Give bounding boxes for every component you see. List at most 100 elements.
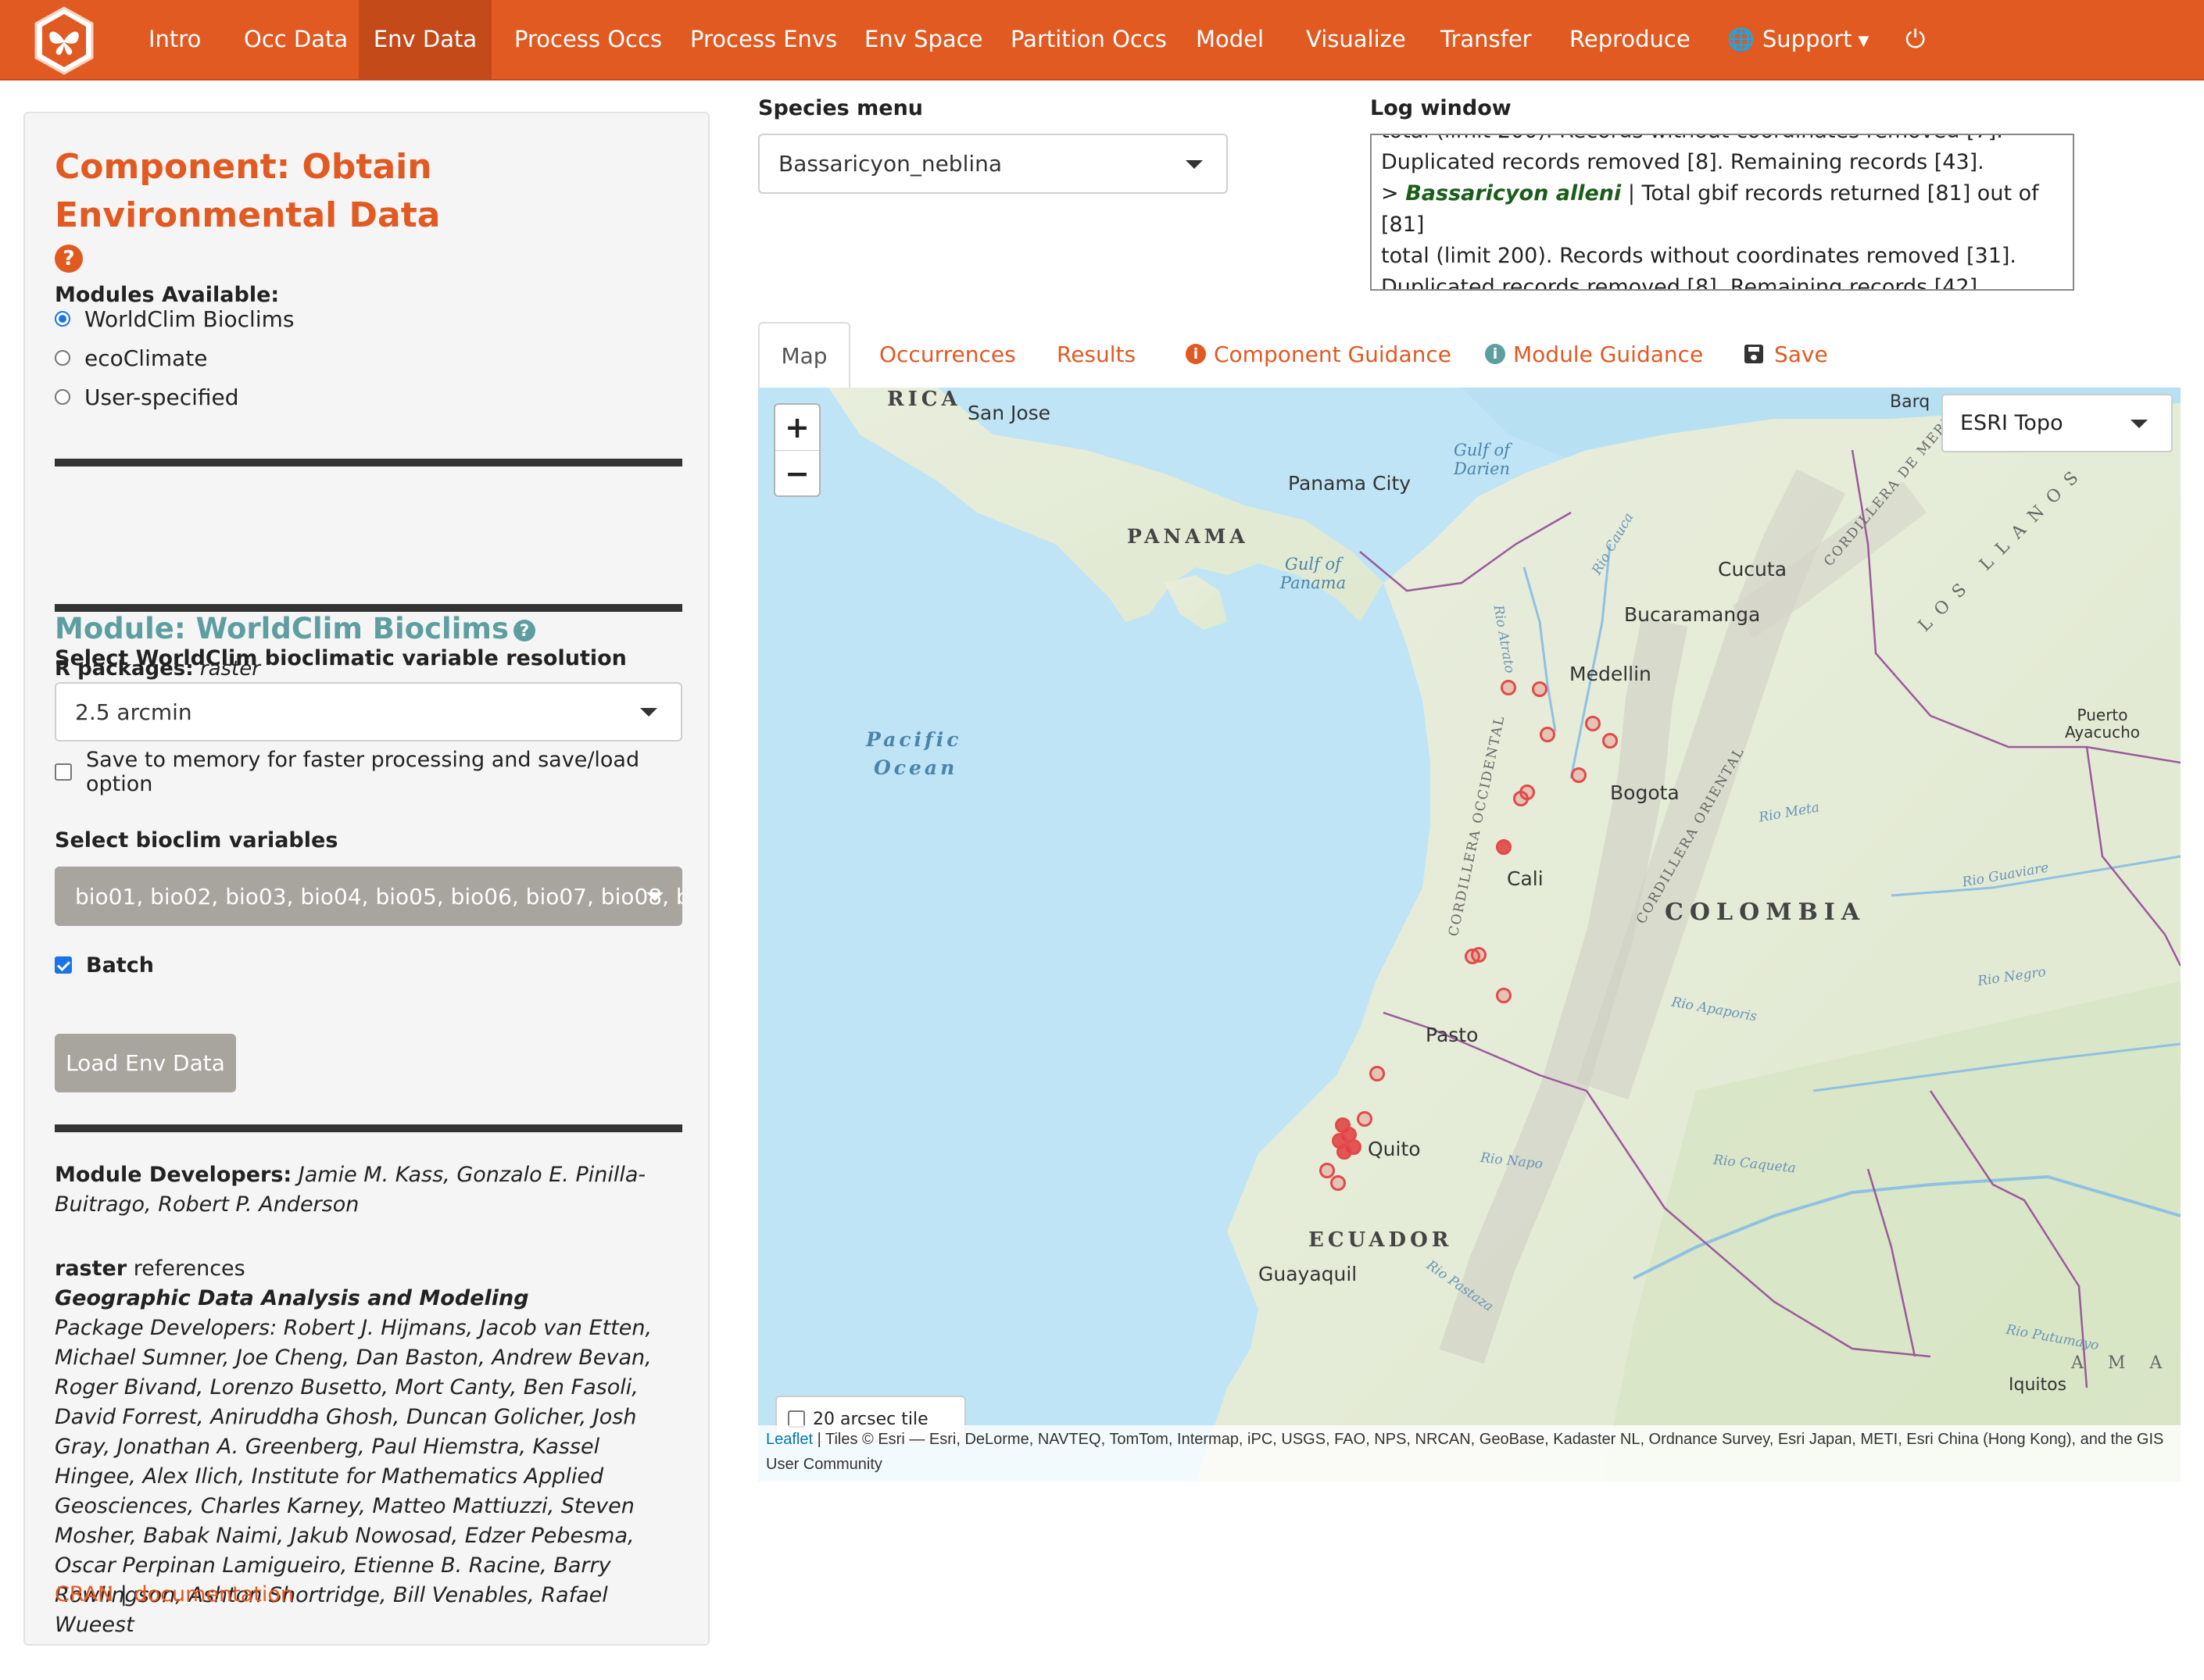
radio-ecoclimate[interactable]: ecoClimate [55, 342, 208, 374]
batch-checkbox[interactable]: Batch [55, 949, 154, 981]
map-attribution: Leaflet | Tiles © Esri — Esri, DeLorme, … [758, 1425, 2181, 1482]
occurrence-point[interactable] [1513, 791, 1529, 806]
map-label-medellin: Medellin [1569, 663, 1651, 685]
basemap-select[interactable]: ESRI Topo [1941, 394, 2173, 452]
nav-process-envs[interactable]: Process Envs [690, 0, 837, 79]
checkbox-checked[interactable] [55, 956, 72, 974]
log-line: total (limit 200). Records without coord… [1381, 244, 2016, 268]
zoom-control: + − [774, 403, 821, 497]
documentation-link[interactable]: documentation [134, 1582, 294, 1607]
bioclim-select-value: bio01, bio02, bio03, bio04, bio05, bio06… [75, 883, 682, 910]
info-icon: i [1485, 344, 1505, 364]
power-icon[interactable]: ⏻ [1905, 0, 1925, 79]
occurrence-point[interactable] [1496, 839, 1512, 855]
occurrence-point[interactable] [1540, 727, 1555, 742]
zoom-in-button[interactable]: + [775, 405, 819, 451]
load-env-data-button[interactable]: Load Env Data [55, 1034, 236, 1092]
wallace-logo[interactable] [33, 6, 95, 75]
log-window[interactable]: total (limit 200). Records without coord… [1370, 134, 2074, 291]
species-menu-label: Species menu [758, 96, 924, 120]
tab-results[interactable]: Results [1057, 322, 1136, 388]
divider [55, 604, 682, 612]
globe-icon: 🌐 [1727, 27, 1755, 52]
radio-button-selected[interactable] [55, 311, 70, 327]
occurrence-point[interactable] [1501, 680, 1516, 695]
component-title: Component: Obtain Environmental Data [55, 147, 441, 235]
module-title: Module: WorldClim Bioclims? [55, 612, 535, 645]
module-title-text: Module: WorldClim Bioclims [55, 612, 509, 645]
nav-intro[interactable]: Intro [148, 0, 201, 79]
map-label-pacific: Pacific [866, 728, 962, 751]
nav-transfer[interactable]: Transfer [1440, 0, 1532, 79]
occurrence-point[interactable] [1357, 1111, 1372, 1127]
map-label-gulf-panama: Gulf of Panama [1279, 555, 1347, 592]
occurrence-point[interactable] [1471, 947, 1487, 963]
map[interactable]: RICA San Jose Panama City PANAMA Gulf of… [758, 388, 2181, 1482]
map-label-colombia: COLOMBIA [1665, 899, 1866, 926]
info-icon: i [1186, 344, 1206, 364]
help-icon[interactable]: ? [513, 619, 535, 642]
radio-label-user-specified: User-specified [84, 384, 239, 410]
species-select-value: Bassaricyon_neblina [778, 151, 1003, 177]
leaflet-link[interactable]: Leaflet [766, 1431, 813, 1448]
nav-support-label: Support [1762, 26, 1852, 52]
nav-model[interactable]: Model [1196, 0, 1264, 79]
tab-map[interactable]: Map [758, 322, 850, 389]
nav-occ-data[interactable]: Occ Data [244, 0, 348, 79]
nav-process-occs[interactable]: Process Occs [514, 0, 662, 79]
zoom-out-button[interactable]: − [775, 451, 819, 496]
navbar: Intro Occ Data Env Data Process Occs Pro… [0, 0, 2204, 80]
divider [55, 459, 682, 466]
module-developers: Module Developers: Jamie M. Kass, Gonzal… [55, 1163, 646, 1217]
bioclim-label: Select bioclim variables [55, 828, 338, 853]
radio-user-specified[interactable]: User-specified [55, 381, 239, 413]
map-label-quito: Quito [1368, 1138, 1421, 1160]
results-tabs: Map Occurrences Results i Component Guida… [758, 322, 2181, 389]
nav-reproduce[interactable]: Reproduce [1569, 0, 1691, 79]
occurrence-point[interactable] [1585, 716, 1601, 731]
occurrence-point[interactable] [1496, 988, 1512, 1003]
occurrence-point[interactable] [1602, 733, 1618, 749]
chevron-down-icon [2131, 419, 2148, 428]
save-memory-label: Save to memory for faster processing and… [86, 748, 640, 796]
tab-occurrences[interactable]: Occurrences [879, 322, 1016, 388]
bioclim-select[interactable]: bio01, bio02, bio03, bio04, bio05, bio06… [55, 867, 682, 926]
radio-button[interactable] [55, 389, 70, 405]
map-label-ocean: Ocean [874, 756, 958, 779]
tab-save[interactable]: Save [1744, 322, 1828, 388]
map-label-ama: A M A [2071, 1353, 2172, 1373]
resolution-label: Select WorldClim bioclimatic variable re… [55, 646, 627, 670]
radio-button[interactable] [55, 350, 70, 366]
nav-partition-occs[interactable]: Partition Occs [1011, 0, 1167, 79]
nav-visualize[interactable]: Visualize [1306, 0, 1406, 79]
map-label-panama: PANAMA [1127, 525, 1249, 548]
checkbox[interactable] [55, 763, 72, 781]
floppy-disk-icon [1744, 345, 1763, 363]
cran-link[interactable]: CRAN [55, 1582, 113, 1607]
nav-env-space[interactable]: Env Space [864, 0, 982, 79]
occurrence-point[interactable] [1336, 1144, 1352, 1160]
map-label-iquitos: Iquitos [2009, 1375, 2067, 1395]
resolution-select[interactable]: 2.5 arcmin [55, 682, 682, 742]
tab-component-guidance[interactable]: i Component Guidance [1186, 322, 1451, 388]
basemap-select-value: ESRI Topo [1960, 411, 2063, 435]
batch-label: Batch [86, 953, 154, 978]
log-line: Duplicated records removed [8]. Remainin… [1381, 275, 1984, 291]
radio-worldclim[interactable]: WorldClim Bioclims [55, 303, 294, 334]
chevron-down-icon [640, 708, 657, 717]
species-select[interactable]: Bassaricyon_neblina [758, 134, 1228, 194]
nav-env-data[interactable]: Env Data [359, 0, 492, 79]
occurrence-point[interactable] [1330, 1175, 1346, 1191]
map-label-guayaquil: Guayaquil [1258, 1263, 1358, 1285]
nav-support[interactable]: 🌐 Support ▼ [1727, 0, 1869, 79]
occurrence-point[interactable] [1532, 681, 1547, 697]
help-icon[interactable]: ? [55, 245, 83, 273]
log-line: total (limit 200). Records without coord… [1381, 135, 2061, 147]
left-panel: Component: Obtain Environmental Data ? M… [23, 112, 710, 1646]
map-label-cali: Cali [1507, 867, 1544, 890]
occurrence-point[interactable] [1571, 767, 1587, 783]
occurrence-point[interactable] [1369, 1066, 1385, 1081]
tab-module-guidance[interactable]: i Module Guidance [1485, 322, 1703, 388]
save-memory-checkbox[interactable]: Save to memory for faster processing and… [55, 748, 682, 796]
reference-links: CRAN | documentation [55, 1582, 294, 1607]
